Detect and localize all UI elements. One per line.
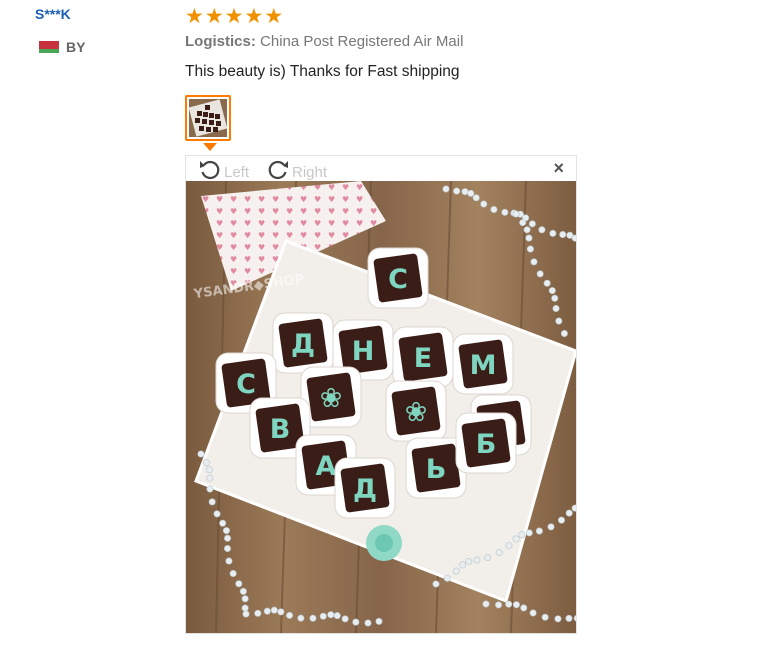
star-icon: ★ — [185, 4, 204, 28]
logistics-info: Logistics: China Post Registered Air Mai… — [185, 33, 463, 50]
logistics-value: China Post Registered Air Mail — [260, 33, 464, 50]
country-code: BY — [66, 39, 86, 55]
thumbnail-image — [189, 99, 227, 137]
viewer-toolbar: Left Right × — [186, 156, 576, 181]
logistics-label: Logistics: — [185, 33, 256, 50]
reviewer-country: BY — [35, 39, 85, 55]
star-icon: ★ — [264, 4, 284, 28]
candy-letter: М — [470, 350, 497, 381]
photo-thumbnail[interactable] — [185, 95, 231, 141]
candy-letter: С — [388, 264, 408, 295]
candy-letter: ❀ — [405, 397, 428, 428]
candy-letter: Ь — [426, 454, 447, 485]
chocolate-candy: Б — [455, 412, 517, 474]
rotate-left-label: Left — [224, 163, 250, 181]
candy-letter: ❀ — [320, 383, 343, 414]
chocolate-candy: М — [452, 333, 514, 395]
close-icon[interactable]: × — [553, 158, 564, 179]
chocolate-candy: ❀ — [385, 380, 447, 442]
review-photo[interactable]: ♥ YSANDR◆SHOP СДНЕМС❀❀ЫВЬБАД — [186, 181, 576, 633]
belarus-flag-icon — [35, 41, 59, 53]
star-icon: ★ — [204, 4, 224, 28]
candy-letter: С — [236, 369, 256, 400]
chocolate-candy: С — [367, 247, 429, 309]
candy-letter: Д — [291, 329, 315, 360]
candy-letter: В — [270, 414, 291, 445]
candy-letter: А — [316, 451, 337, 482]
thumbnail-pointer — [203, 143, 217, 151]
candy-letter: Н — [352, 336, 375, 367]
candy-letter: Д — [353, 474, 377, 505]
rating-stars: ★ ★ ★ ★ ★ — [185, 4, 283, 28]
candy-letter: Б — [476, 429, 497, 460]
image-viewer: Left Right × ♥ — [185, 155, 577, 634]
star-icon: ★ — [244, 4, 264, 28]
chocolate-candy: Д — [272, 312, 334, 374]
rotate-right-label: Right — [292, 163, 328, 181]
chocolate-candy: Д — [334, 457, 396, 519]
chocolate-candy: Е — [392, 326, 454, 388]
star-icon: ★ — [224, 4, 244, 28]
feedback-text: This beauty is) Thanks for Fast shipping — [185, 63, 460, 80]
candy-letter: Е — [414, 343, 432, 374]
reviewer-name[interactable]: S***K — [35, 6, 71, 22]
